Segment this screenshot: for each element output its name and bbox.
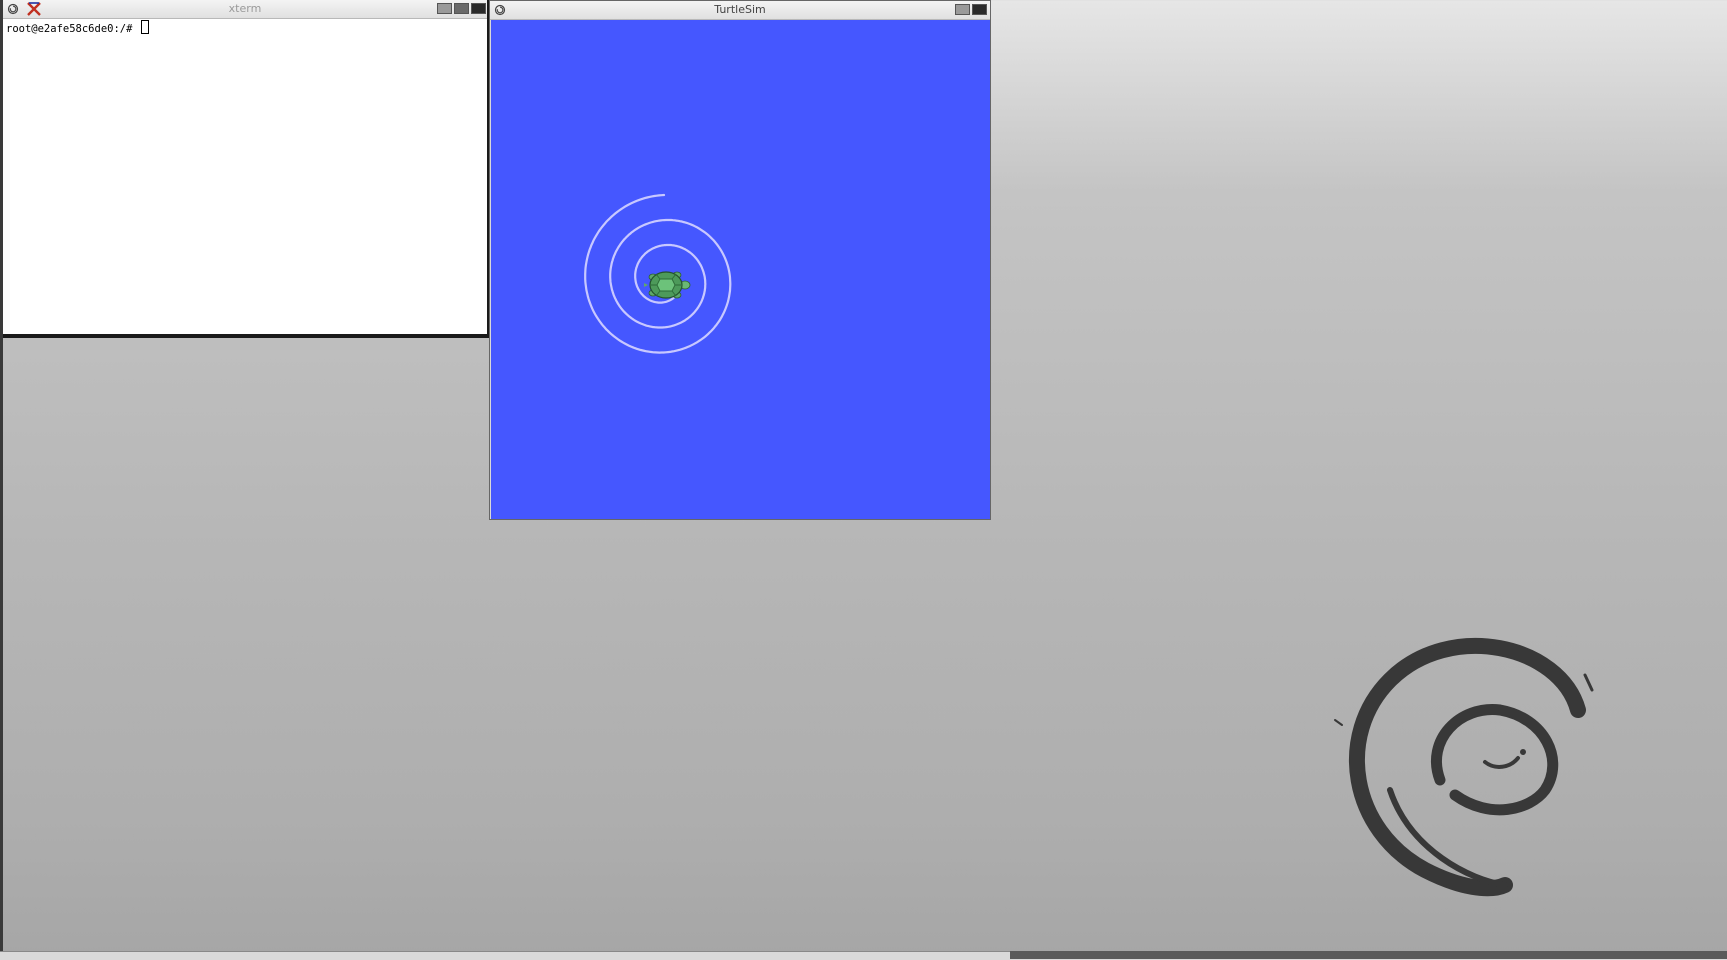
turtle-canvas-drawing <box>584 193 732 354</box>
xterm-title: xterm <box>228 2 262 15</box>
xterm-titlebar[interactable]: xterm <box>3 0 487 19</box>
debian-logo-icon <box>1334 637 1594 897</box>
terminal-output[interactable]: root@e2afe58c6de0:/# <box>6 20 487 334</box>
turtlesim-window[interactable]: TurtleSim <box>489 0 991 520</box>
window-menu-icon[interactable] <box>494 4 506 16</box>
close-button[interactable] <box>972 4 987 15</box>
terminal-cursor <box>140 20 149 34</box>
window-menu-icon[interactable] <box>7 3 19 15</box>
x11-logo-icon <box>27 2 41 16</box>
xterm-window[interactable]: xterm root@e2afe58c6de0:/# <box>3 0 489 338</box>
turtle-icon <box>644 271 691 299</box>
shell-prompt: root@e2afe58c6de0:/# <box>6 23 139 35</box>
maximize-button[interactable] <box>454 3 469 14</box>
close-button[interactable] <box>471 3 486 14</box>
turtlesim-titlebar[interactable]: TurtleSim <box>490 1 990 20</box>
taskbar-active-window[interactable] <box>1010 951 1727 959</box>
turtlesim-title: TurtleSim <box>714 3 766 16</box>
minimize-button[interactable] <box>955 4 970 15</box>
turtle-canvas[interactable] <box>491 20 990 519</box>
minimize-button[interactable] <box>437 3 452 14</box>
